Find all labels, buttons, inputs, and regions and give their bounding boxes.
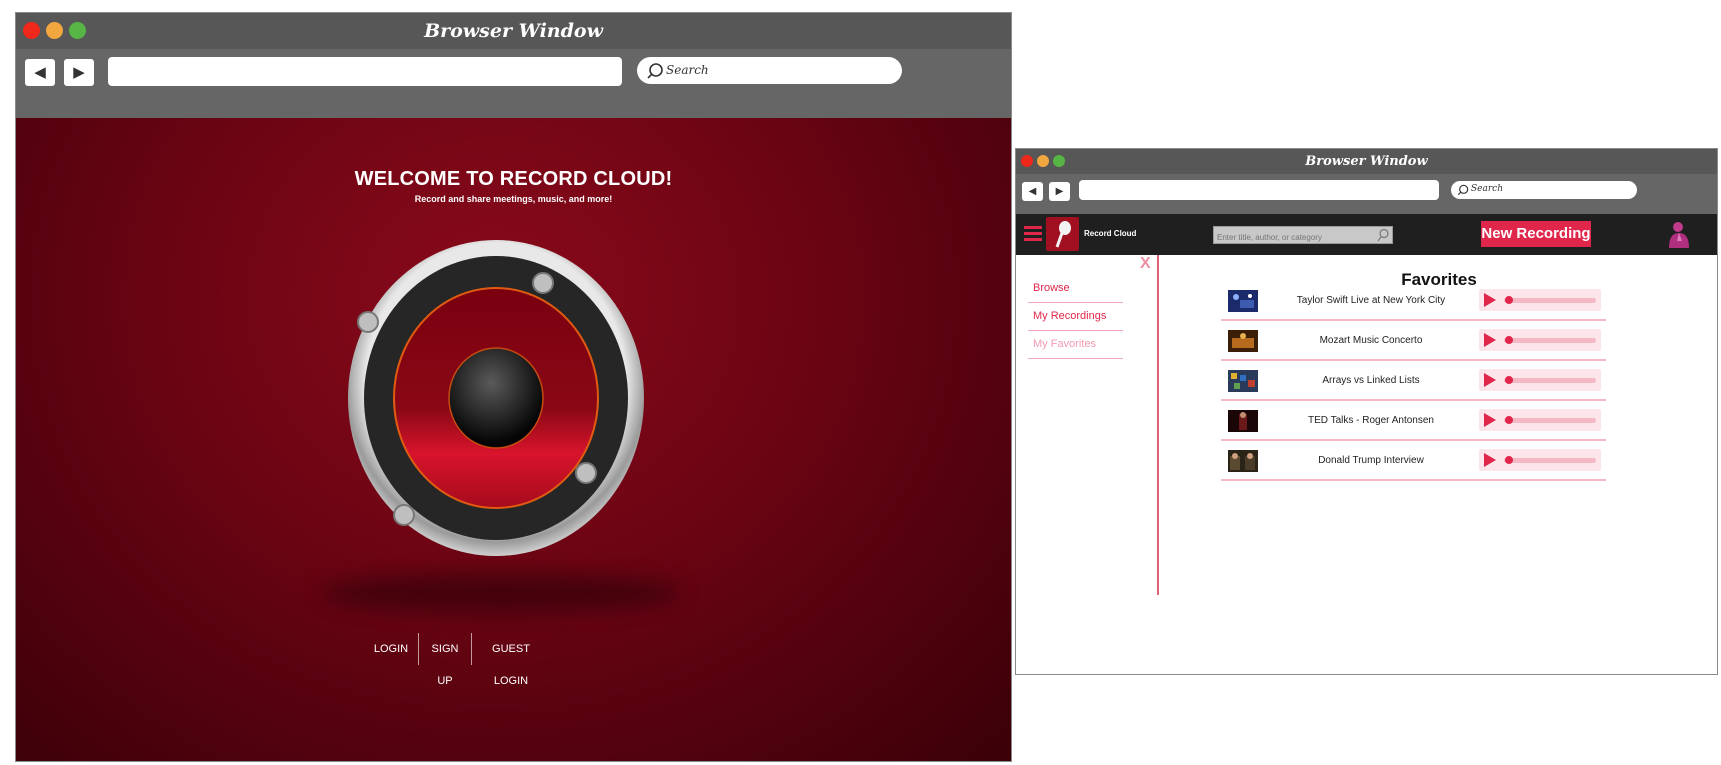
address-bar[interactable] <box>1079 180 1439 200</box>
sidebar: X Browse My Recordings My Favorites <box>1016 255 1159 595</box>
progress-track[interactable] <box>1504 378 1596 383</box>
back-button[interactable]: ◀ <box>25 59 55 86</box>
speaker-shadow <box>321 573 681 613</box>
window-titlebar[interactable]: Browser Window <box>1016 149 1717 174</box>
audio-player <box>1479 409 1601 431</box>
progress-track[interactable] <box>1504 458 1596 463</box>
app-search-input[interactable] <box>1214 229 1375 246</box>
thumbnail-image <box>1228 330 1258 352</box>
forward-button[interactable]: ▶ <box>64 59 94 86</box>
play-icon[interactable] <box>1484 373 1496 387</box>
browser-toolbar: ◀ ▶ Search <box>1016 174 1717 214</box>
brand-name: Record Cloud <box>1084 229 1137 238</box>
browser-search-input[interactable]: Search <box>1451 181 1637 199</box>
browser-window-app: Browser Window ◀ ▶ Search Record Cloud E… <box>1015 148 1718 675</box>
progress-track[interactable] <box>1504 418 1596 423</box>
back-button[interactable]: ◀ <box>1022 182 1043 201</box>
new-recording-button[interactable]: New Recording <box>1481 221 1591 247</box>
app-search <box>1213 226 1393 246</box>
signup-link[interactable]: SIGN UP <box>423 633 467 687</box>
progress-handle[interactable] <box>1505 456 1513 464</box>
browser-toolbar: ◀ ▶ Search <box>16 49 1011 118</box>
window-title: Browser Window <box>424 20 603 42</box>
progress-handle[interactable] <box>1505 376 1513 384</box>
recording-title[interactable]: Arrays vs Linked Lists <box>1271 375 1471 386</box>
auth-nav: LOGIN SIGN UP GUEST LOGIN <box>16 633 1011 687</box>
audio-player <box>1479 369 1601 391</box>
user-avatar-icon[interactable] <box>1666 221 1692 249</box>
hamburger-menu-icon[interactable] <box>1024 226 1042 242</box>
play-icon[interactable] <box>1484 293 1496 307</box>
close-window-button[interactable] <box>23 22 40 39</box>
list-item[interactable]: Donald Trump Interview <box>1221 441 1606 481</box>
forward-arrow-icon: ▶ <box>73 64 85 81</box>
sidebar-item-browse[interactable]: Browse <box>1028 275 1123 303</box>
close-sidebar-button[interactable]: X <box>1140 255 1151 273</box>
sidebar-item-my-recordings[interactable]: My Recordings <box>1028 303 1123 331</box>
browser-search-input[interactable]: Search <box>637 57 902 84</box>
recording-title[interactable]: Taylor Swift Live at New York City <box>1271 295 1471 306</box>
progress-handle[interactable] <box>1505 336 1513 344</box>
search-icon <box>647 63 663 79</box>
address-bar[interactable] <box>108 57 622 86</box>
thumbnail-image <box>1228 370 1258 392</box>
guest-login-link[interactable]: GUEST LOGIN <box>476 633 546 687</box>
favorites-list: Taylor Swift Live at New York City Mozar… <box>1221 281 1606 481</box>
forward-arrow-icon: ▶ <box>1055 186 1064 197</box>
login-link[interactable]: LOGIN <box>371 633 411 665</box>
divider <box>418 633 419 665</box>
magnifier-icon[interactable] <box>1377 228 1390 242</box>
progress-track[interactable] <box>1504 298 1596 303</box>
play-icon[interactable] <box>1484 333 1496 347</box>
list-item[interactable]: Mozart Music Concerto <box>1221 321 1606 361</box>
app-logo[interactable] <box>1046 217 1079 251</box>
progress-handle[interactable] <box>1505 296 1513 304</box>
browser-window-welcome: Browser Window ◀ ▶ Search WELCOME TO REC… <box>15 12 1012 762</box>
thumbnail-image <box>1228 290 1258 312</box>
microphone-icon <box>1055 221 1071 248</box>
audio-player <box>1479 329 1601 351</box>
recording-title[interactable]: Donald Trump Interview <box>1271 455 1471 466</box>
list-item[interactable]: TED Talks - Roger Antonsen <box>1221 401 1606 441</box>
list-item[interactable]: Taylor Swift Live at New York City <box>1221 281 1606 321</box>
minimize-window-button[interactable] <box>1037 155 1049 167</box>
window-title: Browser Window <box>1305 154 1428 169</box>
page-title: WELCOME TO RECORD CLOUD! <box>354 168 673 190</box>
thumbnail-image <box>1228 450 1258 472</box>
app-header: Record Cloud New Recording <box>1016 214 1717 255</box>
maximize-window-button[interactable] <box>1053 155 1065 167</box>
welcome-page: WELCOME TO RECORD CLOUD! Record and shar… <box>16 118 1011 761</box>
list-item[interactable]: Arrays vs Linked Lists <box>1221 361 1606 401</box>
recording-title[interactable]: Mozart Music Concerto <box>1271 335 1471 346</box>
play-icon[interactable] <box>1484 453 1496 467</box>
audio-player <box>1479 449 1601 471</box>
maximize-window-button[interactable] <box>69 22 86 39</box>
back-arrow-icon: ◀ <box>34 64 46 81</box>
search-placeholder: Search <box>1471 184 1503 194</box>
window-titlebar[interactable]: Browser Window <box>16 13 1011 49</box>
search-placeholder: Search <box>666 63 709 77</box>
page-subtitle: Record and share meetings, music, and mo… <box>414 194 613 204</box>
thumbnail-image <box>1228 410 1258 432</box>
minimize-window-button[interactable] <box>46 22 63 39</box>
progress-track[interactable] <box>1504 338 1596 343</box>
divider <box>471 633 472 665</box>
play-icon[interactable] <box>1484 413 1496 427</box>
back-arrow-icon: ◀ <box>1028 186 1037 197</box>
audio-player <box>1479 289 1601 311</box>
recording-title[interactable]: TED Talks - Roger Antonsen <box>1271 415 1471 426</box>
progress-handle[interactable] <box>1505 416 1513 424</box>
sidebar-item-my-favorites[interactable]: My Favorites <box>1028 331 1123 359</box>
close-window-button[interactable] <box>1021 155 1033 167</box>
speaker-logo-icon <box>348 240 644 556</box>
forward-button[interactable]: ▶ <box>1049 182 1070 201</box>
search-icon <box>1457 184 1469 196</box>
